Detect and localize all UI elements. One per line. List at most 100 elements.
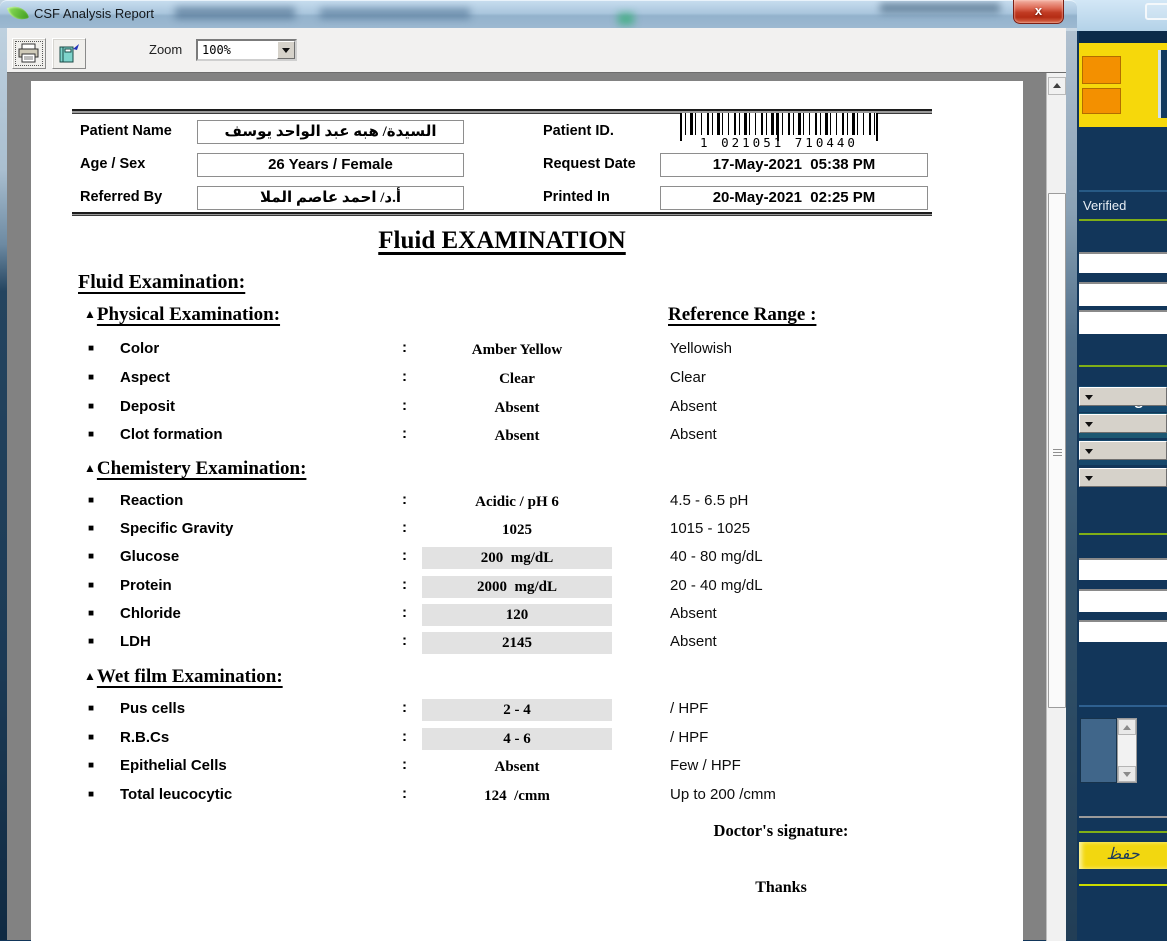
- test-label: Total leucocytic: [120, 786, 232, 803]
- result-row: ■ Clot formation : Absent Absent: [31, 425, 973, 447]
- window-titlebar[interactable]: [0, 0, 1077, 28]
- scroll-down-button[interactable]: [1118, 766, 1136, 782]
- bullet-icon: ■: [88, 636, 94, 647]
- test-reference: Absent: [670, 426, 717, 443]
- background-band: [1079, 31, 1167, 43]
- divider: [1079, 705, 1167, 707]
- save-button[interactable]: حفظ: [1079, 842, 1167, 869]
- divider: [1079, 365, 1167, 367]
- patient-id-value: 1 021051 710440: [671, 135, 887, 150]
- test-value: 200 mg/dL: [422, 547, 612, 569]
- age-sex-label: Age / Sex: [80, 156, 145, 172]
- request-date-value: 17-May-2021 05:38 PM: [660, 153, 928, 177]
- result-row: ■ Epithelial Cells : Absent Few / HPF: [31, 756, 973, 778]
- test-reference: 4.5 - 6.5 pH: [670, 492, 748, 509]
- orange-button[interactable]: [1082, 88, 1121, 114]
- divider: [1079, 219, 1167, 221]
- bullet-icon: ■: [88, 343, 94, 354]
- result-row: ■ Specific Gravity : 1025 1015 - 1025: [31, 519, 973, 541]
- background-field-edge: [1158, 50, 1167, 118]
- result-row: ■ Reaction : Acidic / pH 6 4.5 - 6.5 pH: [31, 491, 973, 513]
- bullet-icon: ■: [88, 608, 94, 619]
- test-reference: 1015 - 1025: [670, 520, 750, 537]
- dropdown-button[interactable]: [1079, 387, 1167, 406]
- test-reference: Clear: [670, 369, 706, 386]
- background-field[interactable]: [1079, 282, 1167, 306]
- test-reference: / HPF: [670, 700, 708, 717]
- colon: :: [402, 604, 407, 621]
- result-row: ■ Protein : 2000 mg/dL 20 - 40 mg/dL: [31, 576, 973, 598]
- test-label: Reaction: [120, 492, 183, 509]
- divider: [1079, 831, 1167, 833]
- test-reference: Up to 200 /cmm: [670, 786, 776, 803]
- bullet-icon: ■: [88, 580, 94, 591]
- colon: :: [402, 728, 407, 745]
- dropdown-button[interactable]: [1079, 441, 1167, 460]
- zoom-select[interactable]: 100%: [196, 39, 297, 61]
- result-row: ■ Aspect : Clear Clear: [31, 368, 973, 390]
- patient-name-value: السيدة/ هبه عبد الواحد يوسف: [197, 120, 464, 144]
- test-label: Glucose: [120, 548, 179, 565]
- scrollbar-thumb[interactable]: [1048, 193, 1066, 708]
- test-reference: Few / HPF: [670, 757, 741, 774]
- printed-in-value: 20-May-2021 02:25 PM: [660, 186, 928, 210]
- export-button[interactable]: [52, 38, 86, 69]
- colon: :: [402, 397, 407, 414]
- background-field[interactable]: [1079, 589, 1167, 612]
- colon: :: [402, 368, 407, 385]
- scroll-up-button[interactable]: [1118, 719, 1136, 735]
- colon: :: [402, 632, 407, 649]
- dropdown-button[interactable]: [1079, 468, 1167, 487]
- background-list-pane[interactable]: [1080, 718, 1117, 783]
- colon: :: [402, 785, 407, 802]
- reference-range-heading: Reference Range :: [668, 304, 816, 326]
- test-reference: Absent: [670, 398, 717, 415]
- colon: :: [402, 547, 407, 564]
- patient-name-label: Patient Name: [80, 123, 172, 139]
- background-field[interactable]: [1079, 252, 1167, 273]
- background-scrollbar[interactable]: [1117, 718, 1137, 783]
- background-yellow-panel: [1079, 43, 1167, 127]
- background-list: [1079, 718, 1167, 783]
- bullet-icon: ■: [88, 732, 94, 743]
- colon: :: [402, 699, 407, 716]
- patient-id-label: Patient ID.: [543, 123, 614, 139]
- test-value: Amber Yellow: [422, 339, 612, 361]
- printed-in-label: Printed In: [543, 189, 610, 205]
- print-button[interactable]: [12, 38, 46, 69]
- csf-report-window: CSF Analysis Report x: [0, 0, 1077, 940]
- report-viewer: Patient Name السيدة/ هبه عبد الواحد يوسف…: [7, 72, 1066, 940]
- colon: :: [402, 425, 407, 442]
- test-label: Aspect: [120, 369, 170, 386]
- report-scrollbar[interactable]: [1046, 73, 1066, 941]
- dropdown-button[interactable]: [1079, 414, 1167, 433]
- glass-blur: [175, 7, 295, 19]
- report-page: Patient Name السيدة/ هبه عبد الواحد يوسف…: [31, 81, 1023, 941]
- test-reference: Yellowish: [670, 340, 732, 357]
- bullet-icon: ■: [88, 760, 94, 771]
- combo-arrow-button[interactable]: [277, 41, 295, 59]
- background-field[interactable]: [1079, 558, 1167, 580]
- result-row: ■ Pus cells : 2 - 4 / HPF: [31, 699, 973, 721]
- result-row: ■ R.B.Cs : 4 - 6 / HPF: [31, 728, 973, 750]
- divider: [1079, 816, 1167, 818]
- test-reference: Absent: [670, 605, 717, 622]
- background-field[interactable]: [1079, 620, 1167, 642]
- orange-button[interactable]: [1082, 56, 1121, 84]
- fluid-examination-heading: Fluid Examination:: [78, 271, 245, 294]
- bullet-icon: ■: [88, 429, 94, 440]
- test-value: 2000 mg/dL: [422, 576, 612, 598]
- scroll-up-button[interactable]: [1048, 77, 1066, 95]
- test-label: Pus cells: [120, 700, 185, 717]
- test-label: Deposit: [120, 398, 175, 415]
- bullet-icon: ■: [88, 401, 94, 412]
- background-field[interactable]: [1079, 310, 1167, 334]
- test-value: Acidic / pH 6: [422, 491, 612, 513]
- test-value: 120: [422, 604, 612, 626]
- close-button[interactable]: x: [1013, 0, 1064, 24]
- bullet-icon: ■: [88, 551, 94, 562]
- colon: :: [402, 519, 407, 536]
- test-label: Chloride: [120, 605, 181, 622]
- test-reference: 20 - 40 mg/dL: [670, 577, 763, 594]
- test-value: 124 /cmm: [422, 785, 612, 807]
